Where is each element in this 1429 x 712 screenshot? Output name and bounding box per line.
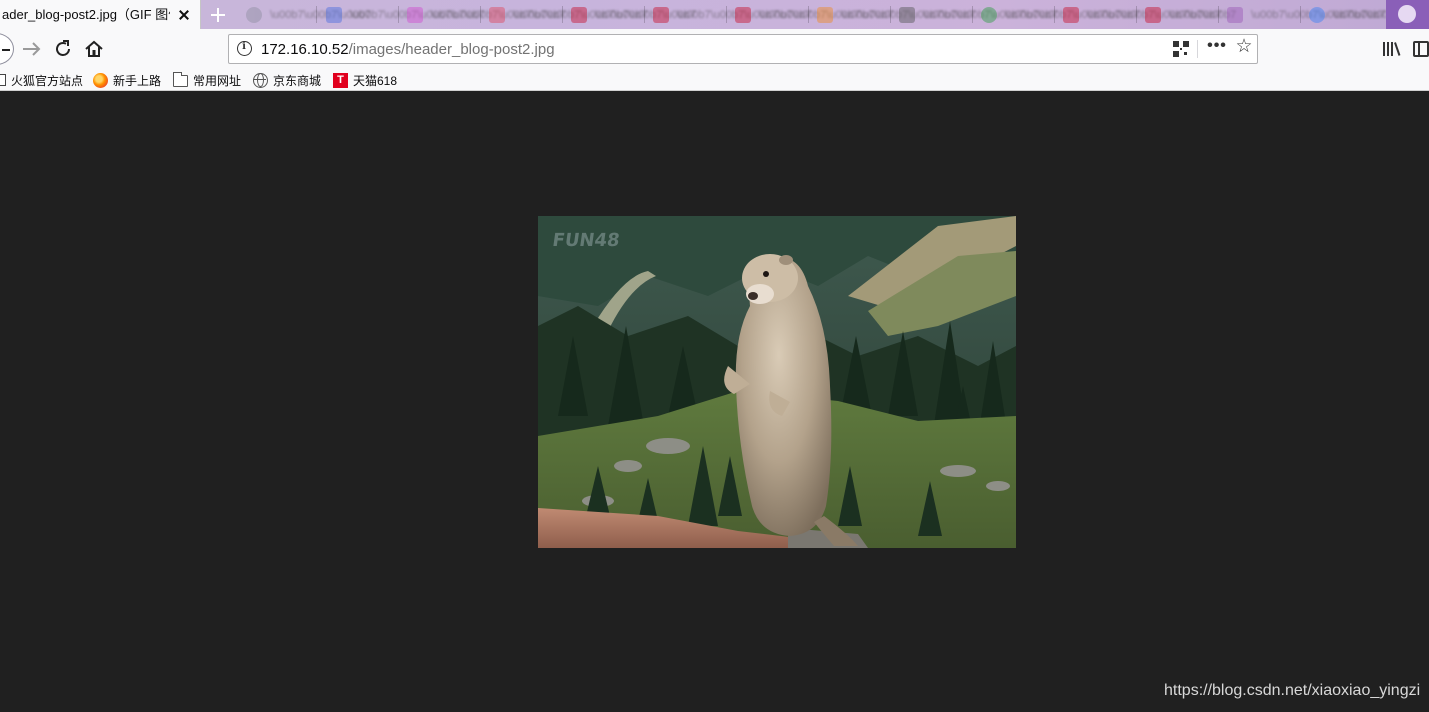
back-button[interactable]: [0, 33, 14, 65]
account-avatar[interactable]: [1386, 0, 1429, 29]
new-tab-icon[interactable]: [206, 3, 230, 27]
bookmark-item[interactable]: T 天猫618: [333, 71, 397, 89]
tab-title: ader_blog-post2.jpg（GIF 图像: [2, 7, 170, 22]
url-divider: [1197, 40, 1198, 58]
bookmark-label: 火狐官方站点: [11, 73, 84, 88]
bookmarks-toolbar: 火狐官方站点 新手上路 常用网址 京东商城 T 天猫618: [0, 69, 1429, 91]
displayed-image[interactable]: FUN48: [538, 216, 1016, 548]
page-actions-icon[interactable]: •••: [1207, 38, 1227, 59]
close-tab-icon[interactable]: [175, 6, 193, 24]
bookmark-item[interactable]: 常用网址: [173, 71, 241, 89]
bookmark-item[interactable]: 火狐官方站点: [0, 71, 83, 89]
tab-strip: ader_blog-post2.jpg（GIF 图像 \u00b7\u00b7\…: [0, 0, 1429, 29]
bookmark-item[interactable]: 京东商城: [253, 71, 321, 89]
sidebar-toggle-icon[interactable]: [1413, 41, 1429, 57]
bookmark-star-icon[interactable]: ☆: [1233, 36, 1255, 58]
forward-icon[interactable]: [18, 35, 46, 63]
tab-active[interactable]: ader_blog-post2.jpg（GIF 图像: [0, 0, 201, 29]
bookmark-label: 天猫618: [353, 73, 398, 88]
bookmark-label: 京东商城: [273, 73, 322, 88]
bookmark-item[interactable]: 新手上路: [93, 71, 161, 89]
marmot-photo: FUN48: [538, 216, 1016, 548]
home-icon[interactable]: [80, 35, 108, 63]
url-path: /images/header_blog-post2.jpg: [348, 41, 555, 58]
navigation-toolbar: 172.16.10.52/images/header_blog-post2.jp…: [0, 29, 1429, 69]
reload-icon[interactable]: [49, 35, 77, 63]
qr-code-icon[interactable]: [1173, 41, 1189, 57]
tmall-icon: T: [333, 72, 348, 88]
url-bar[interactable]: 172.16.10.52/images/header_blog-post2.jp…: [228, 34, 1258, 64]
folder-icon: [173, 72, 188, 87]
bookmark-label: 常用网址: [193, 73, 242, 88]
page-watermark: https://blog.csdn.net/xiaoxiao_yingzi: [1164, 682, 1421, 699]
library-icon[interactable]: [1380, 39, 1402, 59]
firefox-icon: [93, 72, 108, 88]
page-icon: [0, 74, 6, 86]
site-info-icon[interactable]: [237, 41, 252, 56]
fun48-watermark-logo: FUN48: [551, 230, 621, 251]
url-text[interactable]: 172.16.10.52/images/header_blog-post2.jp…: [261, 41, 555, 58]
globe-icon: [253, 72, 268, 88]
background-tab[interactable]: \u00b7\u00b7: [1145, 3, 1236, 26]
url-host: 172.16.10.52: [261, 41, 349, 58]
bookmark-label: 新手上路: [113, 73, 162, 88]
